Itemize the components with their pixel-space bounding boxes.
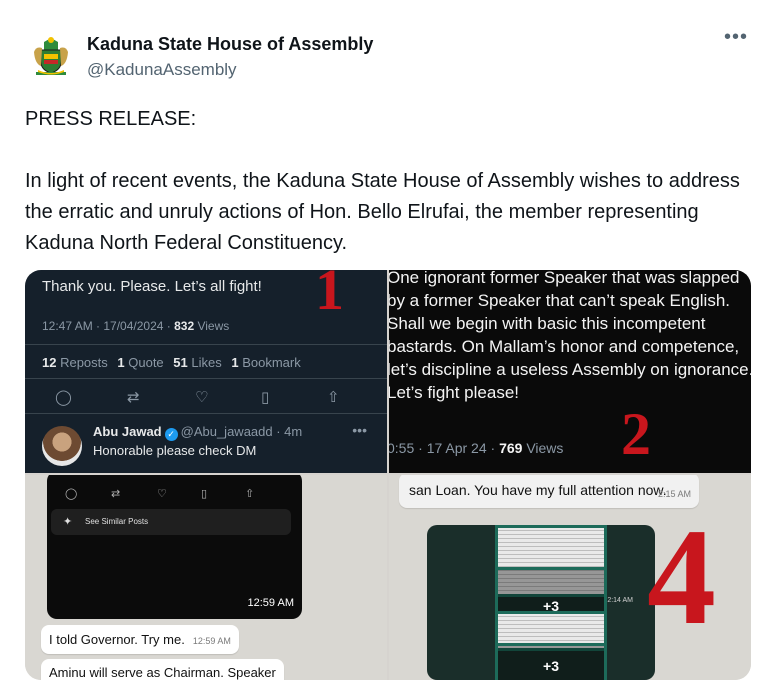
reply-author: Abu Jawad ✓ @Abu_jawaadd · 4m — [93, 424, 303, 441]
bookmark-icon: ▯ — [201, 488, 208, 500]
divider — [25, 413, 387, 414]
assembly-crest-avatar[interactable] — [28, 32, 74, 78]
reply-icon: ◯ — [65, 488, 78, 500]
divider — [25, 378, 387, 379]
media-image-3[interactable]: ◯ ⇄ ♡ ▯ ⇧ ✦ See Similar Posts 12:59 AM I… — [25, 475, 387, 680]
message-time: 2:14 AM — [607, 597, 633, 604]
screenshot-post-text: One ignorant former Speaker that was sla… — [389, 270, 751, 402]
like-icon: ♡ — [157, 488, 167, 500]
marker-number-4: 4 — [647, 500, 716, 653]
bookmark-icon: ▯ — [261, 389, 270, 406]
media-image-2[interactable]: One ignorant former Speaker that was sla… — [389, 270, 751, 473]
press-release-heading: PRESS RELEASE: — [25, 108, 197, 130]
tweet-text: PRESS RELEASE: In light of recent events… — [25, 104, 755, 259]
media-image-1[interactable]: Thank you. Please. Let’s all fight! 1 12… — [25, 270, 387, 473]
see-similar-posts: ✦ See Similar Posts — [51, 509, 291, 535]
marker-number-1: 1 — [315, 270, 344, 322]
marker-number-2: 2 — [621, 401, 651, 467]
more-photos-count: +3 — [495, 643, 607, 680]
like-icon: ♡ — [195, 389, 209, 406]
tweet-media-grid: Thank you. Please. Let’s all fight! 1 12… — [25, 270, 751, 680]
verified-badge-icon: ✓ — [164, 428, 178, 441]
chat-photo-album: +3 2:14 AM +3 — [427, 525, 655, 680]
tweet-header: Kaduna State House of Assembly @KadunaAs… — [28, 26, 748, 86]
reply-avatar — [42, 426, 82, 466]
repost-icon: ⇄ — [111, 488, 121, 500]
more-options-icon[interactable]: ••• — [724, 26, 748, 49]
screenshot-timestamp: 12:47 AM · 17/04/2024 · 832 Views — [42, 319, 230, 333]
screenshot-stats: 12 Reposts 1 Quote 51 Likes 1 Bookmark — [42, 355, 301, 370]
reply-icon: ◯ — [55, 389, 72, 406]
screenshot-timestamp: 0:55 · 17 Apr 24 · 769 Views — [389, 440, 564, 456]
reply-more-icon: ••• — [352, 422, 367, 438]
divider — [25, 344, 387, 345]
message-time: 12:59 AM — [247, 597, 294, 609]
share-icon: ⇧ — [245, 488, 255, 500]
screenshot-quote-text: Thank you. Please. Let’s all fight! — [42, 278, 262, 295]
embedded-phone-screenshot: ◯ ⇄ ♡ ▯ ⇧ ✦ See Similar Posts 12:59 AM — [47, 475, 302, 619]
repost-icon: ⇄ — [127, 389, 140, 406]
reply-text: Honorable please check DM — [93, 443, 257, 458]
tweet-body: In light of recent events, the Kaduna St… — [25, 170, 740, 254]
media-image-4[interactable]: san Loan. You have my full attention now… — [389, 475, 751, 680]
chat-bubble: Aminu will serve as Chairman. Speaker — [41, 659, 284, 680]
screenshot-action-bar: ◯ ⇄ ♡ ▯ ⇧ — [65, 487, 265, 503]
author-handle[interactable]: @KadunaAssembly — [87, 60, 237, 80]
sparkle-icon: ✦ — [63, 516, 73, 528]
author-name[interactable]: Kaduna State House of Assembly — [87, 34, 373, 55]
screenshot-action-bar: ◯ ⇄ ♡ ▯ ⇧ — [55, 388, 355, 408]
share-icon: ⇧ — [327, 389, 340, 406]
chat-bubble: I told Governor. Try me. 12:59 AM — [41, 625, 239, 654]
